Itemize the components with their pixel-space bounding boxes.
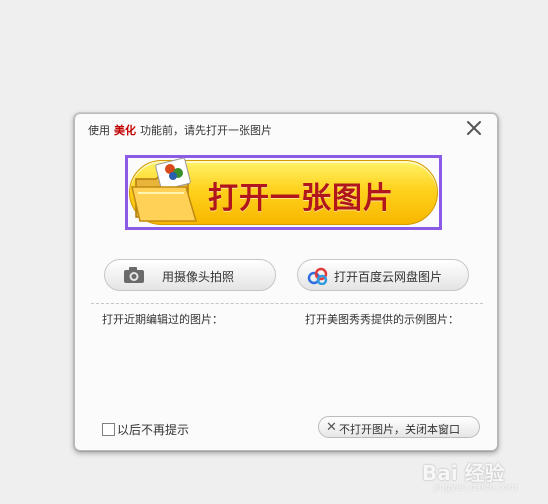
sample-images-label: 打开美图秀秀提供的示例图片： — [305, 313, 459, 326]
close-window-label: 不打开图片，关闭本窗口 — [339, 423, 460, 436]
close-x-icon: ✕ — [326, 420, 337, 435]
baidu-cloud-icon — [307, 267, 329, 289]
open-image-label: 打开一张图片 — [208, 181, 394, 216]
title-prefix: 使用 — [88, 124, 110, 137]
title-suffix: 功能前，请先打开一张图片 — [140, 124, 272, 137]
title-keyword: 美化 — [114, 124, 136, 137]
no-prompt-checkbox[interactable] — [102, 423, 115, 436]
close-icon[interactable] — [465, 119, 483, 137]
no-prompt-label: 以后不再提示 — [117, 423, 190, 437]
camera-button[interactable]: 用摄像头拍照 — [104, 259, 276, 291]
folder-photo-icon — [130, 155, 208, 229]
camera-icon — [123, 266, 145, 288]
camera-button-label: 用摄像头拍照 — [162, 270, 235, 284]
no-prompt-option[interactable]: 以后不再提示 — [102, 421, 189, 438]
open-image-dialog: 使用 美化 功能前，请先打开一张图片 打开一张图片 用摄像头拍照 打开百度云网盘… — [74, 113, 498, 451]
section-divider — [91, 303, 483, 304]
open-image-button[interactable]: 打开一张图片 — [129, 157, 438, 225]
recent-images-label: 打开近期编辑过的图片： — [102, 313, 223, 326]
dialog-title: 使用 美化 功能前，请先打开一张图片 — [88, 122, 272, 138]
watermark-subtext: jingyan.baidu.com — [434, 483, 518, 493]
baidu-cloud-button[interactable]: 打开百度云网盘图片 — [297, 259, 469, 291]
baidu-jingyan-watermark: Bai 经验 jingyan.baidu.com — [422, 455, 542, 499]
close-window-button[interactable]: ✕ 不打开图片，关闭本窗口 — [318, 416, 480, 438]
watermark-text: Bai 经验 — [422, 461, 505, 485]
baidu-cloud-button-label: 打开百度云网盘图片 — [334, 270, 443, 284]
